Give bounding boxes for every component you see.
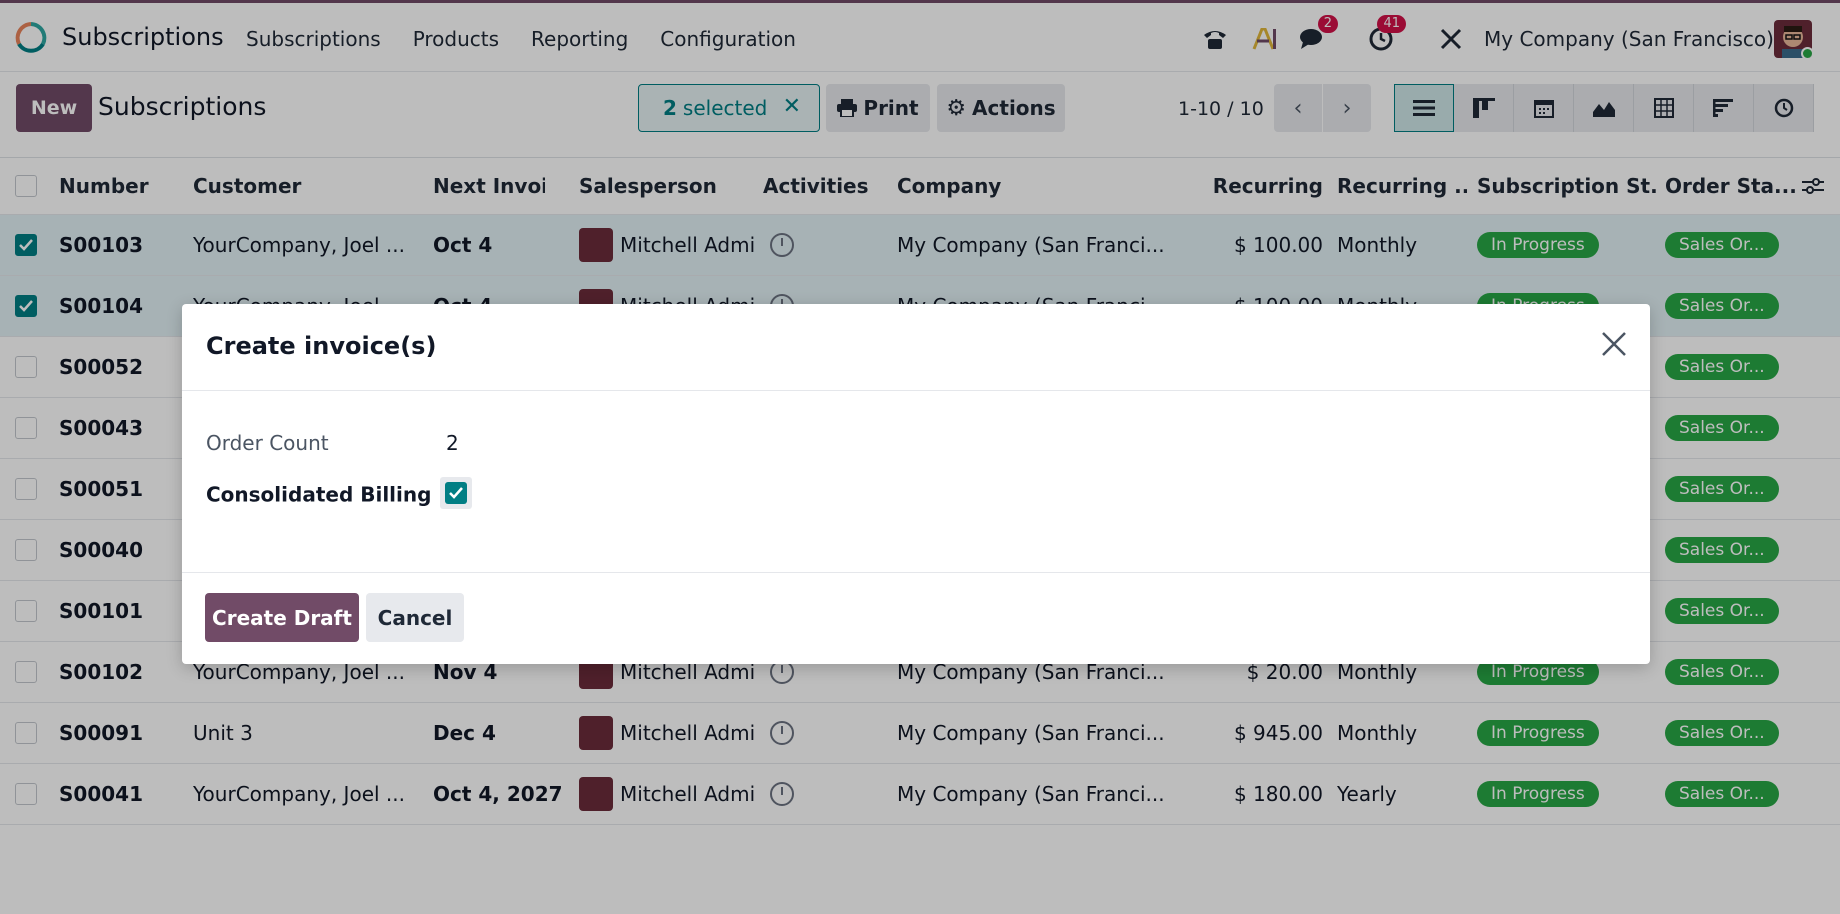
close-icon[interactable] bbox=[1600, 330, 1628, 358]
checkmark-icon bbox=[449, 487, 463, 499]
dialog-title: Create invoice(s) bbox=[206, 332, 437, 360]
dialog-body: Order Count 2 Consolidated Billing ? bbox=[182, 391, 1650, 573]
consolidated-billing-checkbox[interactable] bbox=[440, 477, 472, 509]
consolidated-billing-label: Consolidated Billing ? bbox=[206, 482, 449, 507]
cancel-button[interactable]: Cancel bbox=[366, 593, 464, 642]
consolidated-billing-text: Consolidated Billing bbox=[206, 482, 432, 507]
order-count-value: 2 bbox=[446, 431, 459, 455]
dialog-header: Create invoice(s) bbox=[182, 304, 1650, 391]
create-invoice-dialog: Create invoice(s) Order Count 2 Consolid… bbox=[182, 304, 1650, 664]
create-draft-button[interactable]: Create Draft bbox=[205, 593, 359, 642]
dialog-footer: Create Draft Cancel bbox=[182, 573, 1650, 663]
order-count-label: Order Count bbox=[206, 431, 329, 455]
